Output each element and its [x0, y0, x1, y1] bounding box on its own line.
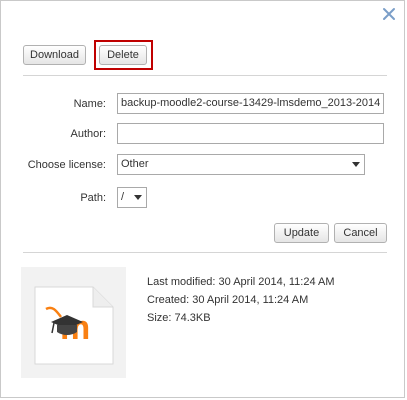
path-value: /: [121, 191, 125, 203]
cancel-button[interactable]: Cancel: [334, 223, 387, 243]
file-preview: m: [21, 267, 126, 378]
divider: [23, 75, 387, 76]
last-modified-text: Last modified: 30 April 2014, 11:24 AM: [147, 276, 335, 288]
license-select[interactable]: Other: [117, 154, 365, 175]
created-text: Created: 30 April 2014, 11:24 AM: [147, 294, 309, 306]
chevron-down-icon: [352, 162, 360, 167]
close-icon[interactable]: [382, 7, 396, 21]
download-button[interactable]: Download: [23, 45, 86, 65]
license-value: Other: [121, 158, 149, 170]
size-text: Size: 74.3KB: [147, 312, 211, 324]
name-input[interactable]: backup-moodle2-course-13429-lmsdemo_2013…: [117, 93, 384, 114]
file-details-dialog: Download Delete Name: backup-moodle2-cou…: [0, 0, 405, 398]
author-label: Author:: [70, 128, 106, 140]
divider: [23, 252, 387, 253]
chevron-down-icon: [134, 195, 142, 200]
name-label: Name:: [73, 98, 106, 110]
path-label: Path:: [80, 192, 106, 204]
moodle-file-icon: m: [34, 286, 114, 365]
path-select[interactable]: /: [117, 187, 147, 208]
license-label: Choose license:: [27, 159, 106, 171]
delete-button[interactable]: Delete: [99, 45, 147, 65]
update-button[interactable]: Update: [274, 223, 329, 243]
author-input[interactable]: [117, 123, 384, 144]
